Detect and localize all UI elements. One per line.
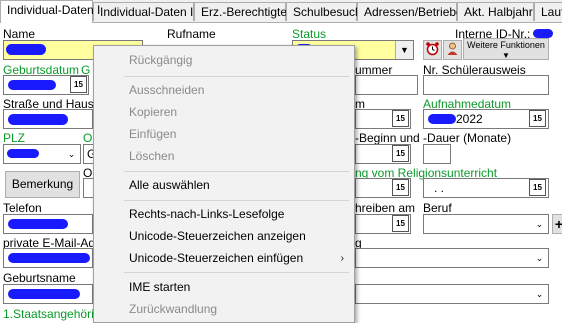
beginn-dauer-label: -Beginn und -Dauer (Monate) [355,131,512,145]
redaction [428,114,456,124]
chevron-down-icon[interactable]: ▼ [395,41,413,59]
menu-separator [124,171,349,172]
alarm-clock-icon [426,42,439,56]
chevron-down-icon[interactable]: ⌄ [63,145,80,163]
redaction [8,114,68,125]
chevron-right-icon: › [340,253,344,264]
status-label: Status [292,27,327,41]
menu-item-loeschen[interactable]: Löschen [94,146,354,167]
redaction [8,289,80,299]
menu-item-kopieren[interactable]: Kopieren [94,102,354,123]
dauer-field[interactable] [423,144,451,164]
alarm-clock-button[interactable] [423,40,442,60]
menu-separator [124,272,349,273]
rufname-label: Rufname [167,27,216,41]
weitere-funktionen-button[interactable]: Weitere Funktionen ▼ [463,38,549,60]
staatsangehoerigkeit-label: 1.Staatsangehörigk [3,307,107,321]
menu-item-unicode-einfuegen-label: Unicode-Steuerzeichen einfügen [129,251,304,265]
plz-label: PLZ [3,131,26,145]
tab-schulbesuch[interactable]: Schulbesuch [286,2,362,21]
chevron-down-icon[interactable]: ⌄ [531,249,548,267]
menu-item-unicode-einfuegen[interactable]: Unicode-Steuerzeichen einfügen › [94,248,354,269]
tab-individual-daten-1[interactable]: Individual-Daten I [0,0,100,23]
calendar-icon[interactable]: 15 [392,145,409,162]
tab-bar: Individual-Daten I Individual-Daten II E… [0,0,562,23]
calendar-icon[interactable]: 15 [392,215,409,232]
redaction [7,149,39,158]
nummer-field[interactable] [355,75,418,95]
tab-individual-daten-2[interactable]: Individual-Daten II [93,2,197,21]
calendar-icon[interactable]: 15 [529,110,546,127]
redaction [533,29,553,38]
tab-adressen-betriebe[interactable]: Adressen/Betriebe [357,2,463,21]
redaction [8,80,56,90]
add-beruf-button[interactable]: + [552,214,562,234]
chevron-down-icon: ▼ [502,51,510,60]
religion-date-value: . . [434,181,445,195]
person-button[interactable] [443,40,462,60]
tab-laufbahn[interactable]: Lauft [534,2,562,21]
menu-separator [124,76,349,77]
weitere-funktionen-label: Weitere Funktionen [467,40,545,50]
calendar-icon[interactable]: 15 [529,179,546,196]
schuelerausweis-field[interactable] [423,75,549,95]
bemerkung-button[interactable]: Bemerkung [5,171,80,198]
chevron-down-icon[interactable]: ⌄ [531,285,548,303]
person-icon [447,42,458,55]
tab-erz-berechtigte[interactable]: Erz.-Berechtigte [194,2,287,21]
beruf-label: Beruf [423,201,452,215]
menu-item-rtl-lesefolge[interactable]: Rechts-nach-Links-Lesefolge [94,204,354,225]
menu-item-rueckgaengig[interactable]: Rückgängig [94,50,354,71]
schreiben-label: hreiben am [355,201,416,215]
redaction [6,44,46,55]
tab-akt-halbjahr[interactable]: Akt. Halbjahr [457,2,534,21]
redaction [8,219,68,229]
name-label: Name [3,27,36,41]
menu-item-ime-starten[interactable]: IME starten [94,277,354,298]
redaction [8,253,90,263]
beruf-select[interactable]: ⌄ [423,214,549,234]
menu-item-zurueckwandlung[interactable]: Zurückwandlung [94,299,354,320]
field-row-8[interactable]: ⌄ [355,284,549,304]
geburtsname-label: Geburtsname [3,271,76,285]
context-menu: Rückgängig Ausschneiden Kopieren Einfüge… [93,45,355,323]
menu-item-alle-auswaehlen[interactable]: Alle auswählen [94,175,354,196]
menu-item-unicode-anzeigen[interactable]: Unicode-Steuerzeichen anzeigen [94,226,354,247]
menu-separator [124,200,349,201]
calendar-icon[interactable]: 15 [392,110,409,127]
bemerkung-label: Bemerkung [11,177,74,191]
aufnahmedatum-value: 2022 [456,112,483,126]
telefon-label: Telefon [3,201,42,215]
menu-item-einfuegen[interactable]: Einfügen [94,124,354,145]
menu-item-ausschneiden[interactable]: Ausschneiden [94,80,354,101]
chevron-down-icon[interactable]: ⌄ [531,215,548,233]
g-select[interactable]: ⌄ [355,248,549,268]
calendar-icon[interactable]: 15 [392,179,409,196]
calendar-icon[interactable]: 15 [70,76,87,93]
